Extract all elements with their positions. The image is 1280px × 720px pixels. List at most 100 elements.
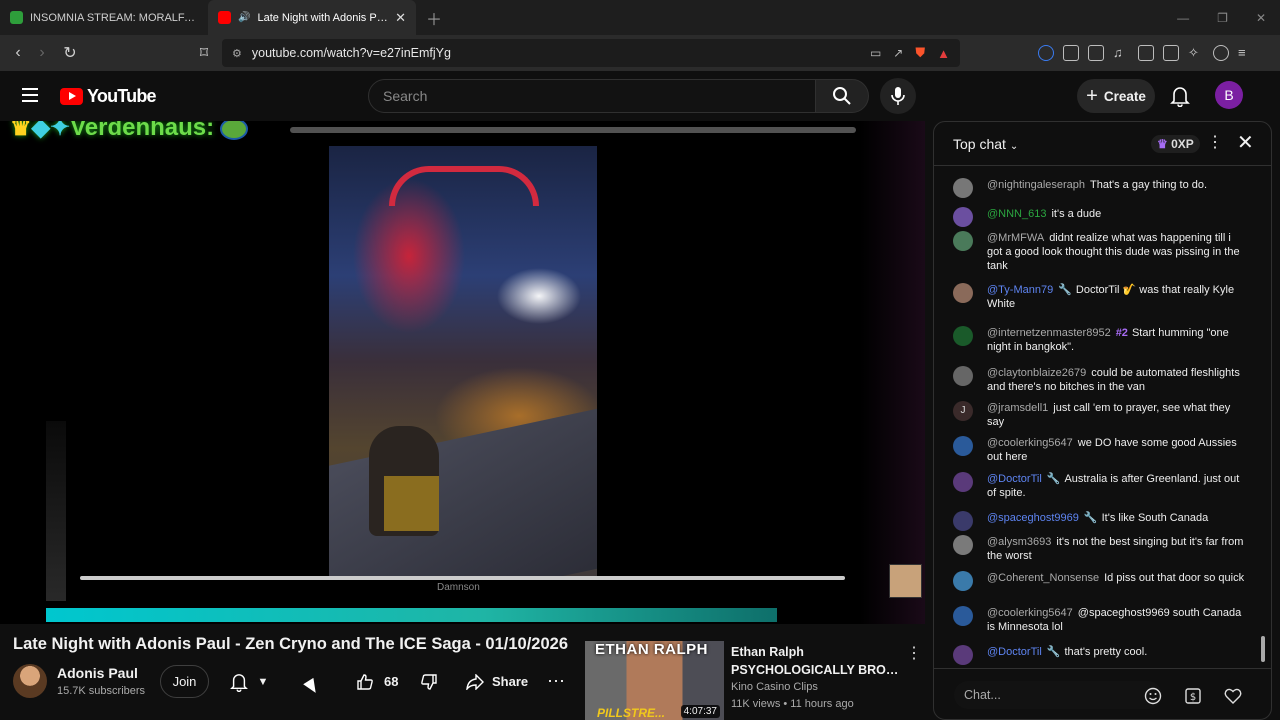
channel-name[interactable]: Adonis Paul [57, 665, 138, 681]
chat-author-avatar[interactable] [953, 326, 973, 346]
chat-author-name[interactable]: @Ty-Mann79 [987, 284, 1053, 296]
xp-badge[interactable]: ♛ 0XP [1151, 135, 1200, 153]
recommended-title[interactable]: Ethan Ralph PSYCHOLOGICALLY BROKEN ... [731, 643, 901, 679]
chat-message-text: Id piss out that door so quick [1104, 572, 1245, 584]
chat-author-name[interactable]: @spaceghost9969 [987, 512, 1079, 524]
chat-author-avatar[interactable] [953, 231, 973, 251]
like-button[interactable]: 68 [346, 665, 406, 698]
account-avatar[interactable]: B [1215, 81, 1243, 109]
wallet-icon[interactable] [1163, 45, 1179, 61]
chat-author-avatar[interactable] [953, 535, 973, 555]
search-button[interactable] [815, 79, 869, 113]
more-actions-icon[interactable]: ⋯ [542, 665, 570, 698]
recommended-thumbnail[interactable]: ETHAN RALPH PILLSTRE... 4:07:37 [585, 641, 724, 720]
chat-author-name[interactable]: @DoctorTil [987, 646, 1042, 658]
brave-shield-icon[interactable]: ⛊ [915, 45, 925, 61]
chat-author-name[interactable]: @jramsdell1 [987, 402, 1048, 414]
new-tab-icon[interactable]: ＋ [426, 6, 442, 30]
chat-input-placeholder: Chat... [964, 688, 1001, 702]
puzzle-icon[interactable] [1063, 45, 1079, 61]
create-label: Create [1103, 88, 1146, 104]
dislike-button[interactable] [414, 665, 444, 698]
menu-icon[interactable]: ≡ [1238, 45, 1254, 61]
chat-author-name[interactable]: @DoctorTil [987, 473, 1042, 485]
vpn-icon[interactable] [1213, 45, 1229, 61]
chat-author-avatar[interactable] [953, 283, 973, 303]
chat-author-avatar[interactable] [953, 472, 973, 492]
video-player[interactable]: ♛◆✦Verdenhaus: Damnson [0, 121, 925, 624]
chat-author-avatar[interactable] [953, 645, 973, 665]
back-icon[interactable]: ‹ [6, 44, 30, 62]
join-button[interactable]: Join [160, 665, 209, 698]
browser-tab-insomnia[interactable]: INSOMNIA STREAM: MORALFAG ED [0, 0, 208, 35]
emoji-icon[interactable] [1144, 687, 1162, 705]
search-input[interactable]: Search [368, 79, 816, 113]
tab-close-icon[interactable]: ✕ [395, 10, 406, 26]
crown-xp-icon: ♛ [1157, 137, 1168, 151]
chat-message-body: @Ty-Mann79 🔧 DoctorTil 🎷 was that really K… [987, 283, 1247, 311]
chat-author-name[interactable]: @coolerking5647 [987, 437, 1073, 449]
subscription-bell-button[interactable]: ▼ [218, 665, 280, 698]
chat-more-icon[interactable]: ⋮ [1207, 132, 1223, 152]
share-button[interactable]: Share [458, 665, 534, 698]
sidebar-icon[interactable] [1138, 45, 1154, 61]
chat-author-name[interactable]: @MrMFWA [987, 232, 1044, 244]
chat-author-avatar[interactable] [953, 436, 973, 456]
chat-author-name[interactable]: @Coherent_Nonsense [987, 572, 1099, 584]
hamburger-menu-icon[interactable] [22, 88, 38, 102]
rewards-icon[interactable]: ▲ [937, 46, 950, 61]
leo-icon[interactable]: ✧ [1188, 45, 1204, 61]
heart-icon[interactable] [1224, 687, 1242, 705]
bookmark-icon[interactable]: ⌑ [192, 43, 216, 63]
voice-search-button[interactable] [880, 78, 916, 114]
webcam-thumbnail [889, 564, 922, 598]
cast-icon[interactable]: ▭ [870, 46, 881, 60]
music-icon[interactable]: ♫ [1113, 45, 1129, 61]
chat-author-name[interactable]: @alysm3693 [987, 536, 1051, 548]
chat-scrollbar[interactable] [1261, 176, 1265, 666]
create-button[interactable]: + Create [1077, 79, 1155, 113]
chat-author-name[interactable]: @nightingaleseraph [987, 179, 1085, 191]
chat-author-avatar[interactable] [953, 511, 973, 531]
chat-input[interactable]: Chat... [954, 681, 1162, 709]
chat-message-body: @internetzenmaster8952 #2 Start humming "o… [987, 326, 1247, 354]
tab-label: INSOMNIA STREAM: MORALFAG ED [30, 11, 198, 24]
youtube-play-icon [60, 88, 83, 105]
recommended-channel[interactable]: Kino Casino Clips [731, 681, 818, 693]
maximize-icon[interactable]: ❐ [1217, 11, 1228, 25]
browser-tab-youtube[interactable]: 🔊 Late Night with Adonis Paul - ✕ [208, 0, 416, 35]
share-page-icon[interactable]: ↗ [893, 46, 903, 60]
close-chat-icon[interactable]: ✕ [1237, 130, 1254, 155]
chat-author-avatar[interactable] [953, 207, 973, 227]
chat-author-name[interactable]: @claytonblaize2679 [987, 367, 1086, 379]
site-info-icon[interactable]: ⚙ [232, 47, 242, 60]
chat-author-name[interactable]: @NNN_613 [987, 208, 1046, 220]
chat-author-avatar[interactable] [953, 571, 973, 591]
notifications-bell-icon[interactable] [1170, 85, 1190, 107]
scrollbar-thumb[interactable] [1261, 636, 1265, 662]
chat-author-avatar[interactable] [953, 366, 973, 386]
channel-avatar[interactable] [13, 664, 47, 698]
chat-mode-selector[interactable]: Top chat ⌄ [953, 136, 1018, 152]
overlay-badges: ◆✦ [31, 121, 71, 141]
youtube-logo[interactable]: YouTube [60, 86, 157, 107]
tab-search-icon[interactable] [1088, 45, 1104, 61]
window-close-icon[interactable]: ✕ [1256, 11, 1266, 25]
reload-icon[interactable]: ↻ [58, 43, 82, 63]
chat-author-avatar[interactable] [953, 606, 973, 626]
address-bar[interactable]: ⚙ youtube.com/watch?v=e27inEmfjYg ▭ ↗ ⛊ … [222, 39, 960, 67]
chat-author-name[interactable]: @internetzenmaster8952 [987, 327, 1111, 339]
chat-message-body: @DoctorTil 🔧 that's pretty cool. [987, 645, 1247, 659]
progress-bar[interactable] [46, 608, 777, 622]
chat-author-name[interactable]: @coolerking5647 [987, 607, 1073, 619]
video-duration: 4:07:37 [680, 705, 720, 718]
extension-icon[interactable] [1038, 45, 1054, 61]
recommended-more-icon[interactable]: ⋮ [906, 643, 922, 663]
overlay-username-text: Verdenhaus: [70, 121, 215, 141]
chat-author-avatar[interactable] [953, 178, 973, 198]
forward-icon[interactable]: › [30, 44, 54, 62]
chat-message-body: @MrMFWA didnt realize what was happening … [987, 231, 1247, 273]
minimize-icon[interactable]: — [1177, 11, 1189, 25]
chat-author-avatar[interactable]: J [953, 401, 973, 421]
super-chat-icon[interactable]: $ [1184, 687, 1202, 705]
